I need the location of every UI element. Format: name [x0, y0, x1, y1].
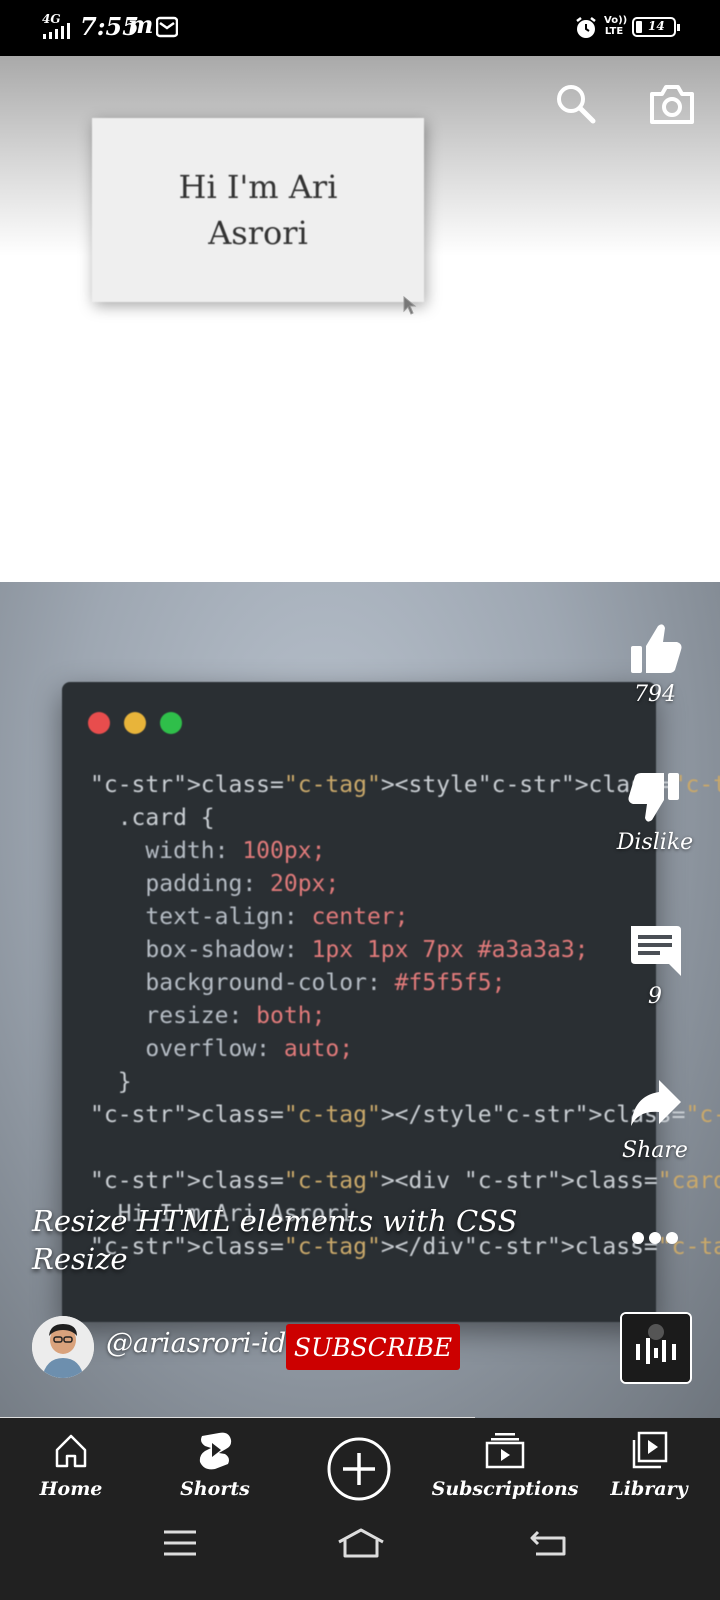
- card-text-line1: Hi I'm Ari: [178, 168, 338, 206]
- channel-avatar[interactable]: [32, 1316, 94, 1378]
- back-icon[interactable]: [530, 1528, 566, 1558]
- search-icon[interactable]: [554, 82, 598, 126]
- code-line: overflow: auto;: [90, 1036, 354, 1062]
- shorts-icon: [199, 1432, 232, 1470]
- code-line: .card {: [90, 805, 215, 831]
- nav-shorts-label: Shorts: [180, 1478, 250, 1500]
- dislike-label: Dislike: [616, 830, 694, 855]
- code-line: resize: both;: [90, 1003, 326, 1029]
- share-button[interactable]: Share: [600, 1076, 710, 1163]
- volte-indicator: Vo)) LTE: [604, 15, 628, 37]
- window-minimize-dot: [124, 712, 146, 734]
- short-video-player[interactable]: Hi I'm Ari Asrori "c-str">class="c-tag">…: [0, 56, 720, 1418]
- camera-icon[interactable]: [648, 82, 696, 126]
- mouse-cursor-icon: [403, 296, 417, 315]
- create-button[interactable]: [284, 1436, 434, 1506]
- code-line: width: 100px;: [90, 838, 326, 864]
- channel-handle[interactable]: @ariasrori-id: [106, 1328, 286, 1359]
- video-card-preview: Hi I'm Ari Asrori: [92, 118, 424, 302]
- nav-home-label: Home: [39, 1478, 103, 1500]
- nav-library[interactable]: Library: [574, 1430, 720, 1500]
- nav-subscriptions-label: Subscriptions: [431, 1478, 579, 1500]
- library-icon: [632, 1431, 668, 1469]
- cell-signal-icon: 4G: [40, 12, 74, 42]
- share-icon: [631, 1080, 681, 1126]
- recent-apps-icon[interactable]: [162, 1528, 198, 1558]
- nav-shorts[interactable]: Shorts: [140, 1430, 290, 1500]
- nav-subscriptions[interactable]: Subscriptions: [430, 1430, 580, 1500]
- dislike-button[interactable]: Dislike: [600, 768, 710, 855]
- nav-home[interactable]: Home: [0, 1430, 146, 1500]
- card-text-line2: Asrori: [208, 214, 308, 252]
- comment-count: 9: [648, 984, 662, 1009]
- short-title[interactable]: Resize HTML elements with CSS Resize: [32, 1202, 572, 1278]
- bottom-navigation: Home Shorts Subscriptions Library: [0, 1418, 720, 1600]
- add-icon: [327, 1437, 391, 1501]
- code-line: "c-str">class="c-tag"><div "c-str">class…: [90, 1168, 720, 1194]
- code-line: box-shadow: 1px 1px 7px #a3a3a3;: [90, 937, 589, 963]
- code-line: text-align: center;: [90, 904, 409, 930]
- share-label: Share: [622, 1138, 688, 1163]
- more-options-icon[interactable]: [630, 1228, 680, 1248]
- thumbs-up-icon: [631, 624, 682, 673]
- code-line: background-color: #f5f5f5;: [90, 970, 506, 996]
- code-line: }: [90, 1069, 132, 1095]
- subscriptions-icon: [485, 1433, 525, 1469]
- subscribe-button[interactable]: SUBSCRIBE: [286, 1324, 460, 1370]
- comments-button[interactable]: 9: [600, 922, 710, 1009]
- alarm-icon: [576, 17, 596, 38]
- system-home-icon[interactable]: [336, 1526, 386, 1560]
- thumbs-down-icon: [628, 773, 679, 822]
- sound-thumbnail[interactable]: [620, 1312, 692, 1384]
- code-line: padding: 20px;: [90, 871, 340, 897]
- sound-waveform-icon: [622, 1314, 690, 1382]
- home-icon: [55, 1434, 87, 1468]
- comment-icon: [631, 926, 681, 976]
- battery-icon: 14: [632, 17, 680, 37]
- window-close-dot: [88, 712, 110, 734]
- window-maximize-dot: [160, 712, 182, 734]
- nav-library-label: Library: [610, 1478, 688, 1500]
- carrier-glyph: m: [128, 10, 154, 39]
- status-bar: 4G 7:55 m Vo)) LTE 14: [0, 0, 720, 56]
- like-count: 794: [634, 682, 676, 707]
- like-button[interactable]: 794: [600, 620, 710, 707]
- mail-icon: [156, 16, 178, 38]
